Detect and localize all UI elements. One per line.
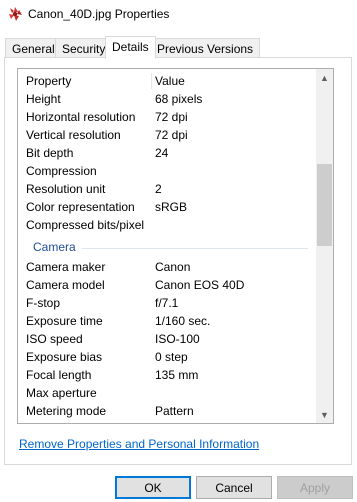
property-name: F-stop bbox=[26, 296, 61, 310]
property-name: Horizontal resolution bbox=[26, 110, 136, 124]
property-value: f/7.1 bbox=[155, 296, 179, 310]
property-name: Compression bbox=[26, 164, 97, 178]
property-name: ISO speed bbox=[26, 332, 83, 346]
scrollbar-thumb[interactable] bbox=[317, 164, 332, 246]
property-value: 72 dpi bbox=[155, 110, 188, 124]
property-value: Canon EOS 40D bbox=[155, 278, 245, 292]
property-value: 24 bbox=[155, 146, 169, 160]
title-bar: Canon_40D.jpg Properties bbox=[0, 0, 357, 30]
remove-properties-link[interactable]: Remove Properties and Personal Informati… bbox=[19, 437, 259, 451]
property-name: Height bbox=[26, 92, 61, 106]
property-value: 0 step bbox=[155, 350, 188, 364]
tab-general[interactable]: General bbox=[5, 38, 62, 58]
property-value: 2 bbox=[155, 182, 162, 196]
group-divider bbox=[82, 248, 308, 249]
list-item[interactable]: Focal length 135 mm bbox=[18, 366, 316, 384]
cancel-button[interactable]: Cancel bbox=[196, 476, 272, 499]
property-name: Camera model bbox=[26, 278, 105, 292]
property-value: 1/160 sec. bbox=[155, 314, 211, 328]
group-label: Camera bbox=[33, 240, 76, 254]
tab-details[interactable]: Details bbox=[105, 36, 156, 59]
property-value: 135 mm bbox=[155, 368, 199, 382]
image-file-icon bbox=[9, 7, 22, 21]
property-value: 72 dpi bbox=[155, 128, 188, 142]
property-value: ISO-100 bbox=[155, 332, 200, 346]
list-item[interactable]: Height 68 pixels bbox=[18, 90, 316, 108]
list-item[interactable]: Compressed bits/pixel bbox=[18, 216, 316, 234]
list-item[interactable]: Camera maker Canon bbox=[18, 258, 316, 276]
list-item[interactable]: Resolution unit 2 bbox=[18, 180, 316, 198]
property-value: Canon bbox=[155, 260, 191, 274]
list-item[interactable]: Color representation sRGB bbox=[18, 198, 316, 216]
list-item[interactable]: Exposure bias 0 step bbox=[18, 348, 316, 366]
list-item[interactable]: Max aperture bbox=[18, 384, 316, 402]
properties-list-content: Property Value Height 68 pixels Horizont… bbox=[18, 69, 316, 423]
group-header-camera: Camera bbox=[18, 238, 316, 256]
property-name: Focal length bbox=[26, 368, 92, 382]
property-value: Pattern bbox=[155, 404, 194, 418]
window-title: Canon_40D.jpg Properties bbox=[28, 7, 170, 21]
list-header: Property Value bbox=[18, 72, 316, 90]
tab-strip: General Security Details Previous Versio… bbox=[0, 36, 357, 59]
list-item[interactable]: F-stop f/7.1 bbox=[18, 294, 316, 312]
property-name: Vertical resolution bbox=[26, 128, 121, 142]
property-name: Exposure time bbox=[26, 314, 103, 328]
column-header-value[interactable]: Value bbox=[155, 74, 185, 88]
property-name: Camera maker bbox=[26, 260, 106, 274]
property-name: Resolution unit bbox=[26, 182, 106, 196]
list-item[interactable]: Exposure time 1/160 sec. bbox=[18, 312, 316, 330]
property-value: sRGB bbox=[155, 200, 188, 214]
property-name: Max aperture bbox=[26, 386, 97, 400]
list-item[interactable]: Camera model Canon EOS 40D bbox=[18, 276, 316, 294]
property-value: 68 pixels bbox=[155, 92, 203, 106]
scroll-down-icon[interactable]: ▼ bbox=[316, 406, 333, 423]
properties-list[interactable]: Property Value Height 68 pixels Horizont… bbox=[17, 68, 334, 424]
property-name: Metering mode bbox=[26, 404, 107, 418]
list-item[interactable]: Compression bbox=[18, 162, 316, 180]
property-name: Exposure bias bbox=[26, 350, 103, 364]
property-name: Bit depth bbox=[26, 146, 74, 160]
tab-previous-versions[interactable]: Previous Versions bbox=[150, 38, 261, 58]
list-item[interactable]: Vertical resolution 72 dpi bbox=[18, 126, 316, 144]
list-item[interactable]: Metering mode Pattern bbox=[18, 402, 316, 420]
ok-button[interactable]: OK bbox=[115, 476, 191, 499]
tab-security[interactable]: Security bbox=[55, 38, 113, 58]
property-name: Compressed bits/pixel bbox=[26, 218, 145, 232]
property-name: Color representation bbox=[26, 200, 135, 214]
scroll-up-icon[interactable]: ▲ bbox=[316, 69, 333, 86]
column-header-property[interactable]: Property bbox=[26, 74, 71, 88]
vertical-scrollbar[interactable]: ▲ ▼ bbox=[316, 69, 333, 423]
list-item[interactable]: Horizontal resolution 72 dpi bbox=[18, 108, 316, 126]
column-divider[interactable] bbox=[151, 73, 152, 89]
list-item[interactable]: Bit depth 24 bbox=[18, 144, 316, 162]
list-item[interactable]: ISO speed ISO-100 bbox=[18, 330, 316, 348]
apply-button[interactable]: Apply bbox=[277, 476, 353, 499]
